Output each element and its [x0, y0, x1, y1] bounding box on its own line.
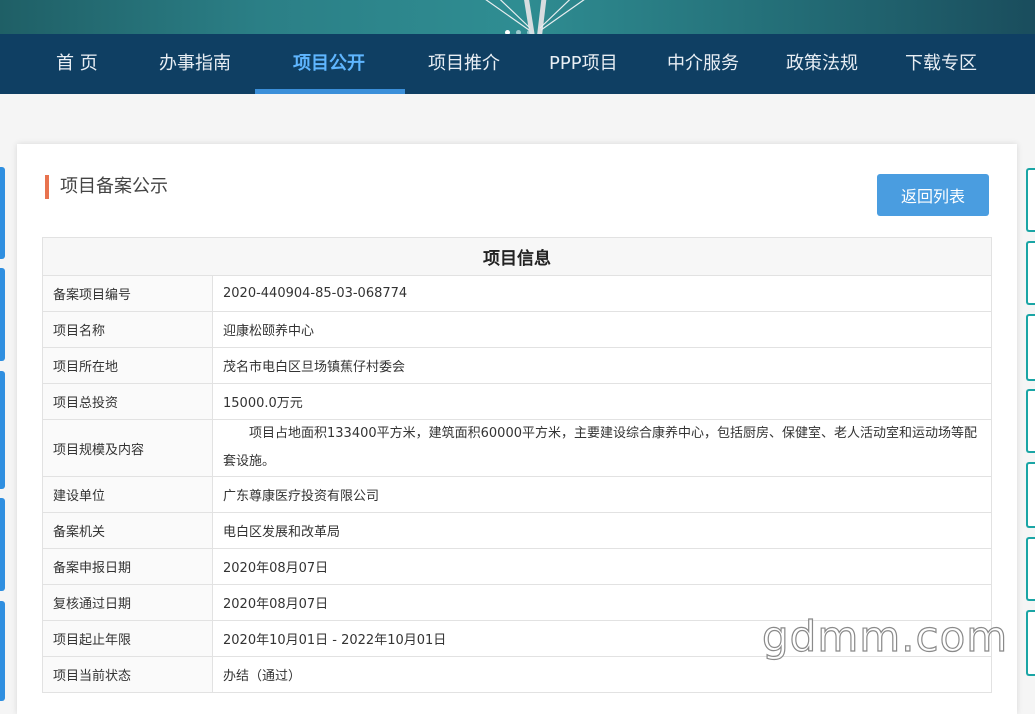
- nav-guide[interactable]: 办事指南: [159, 34, 231, 94]
- left-side-tab[interactable]: [0, 498, 5, 591]
- row-label: 备案项目编号: [42, 275, 213, 312]
- row-value: 15000.0万元: [212, 383, 992, 420]
- right-side-tab[interactable]: [1026, 537, 1035, 601]
- row-label: 项目当前状态: [42, 656, 213, 693]
- table-row: 建设单位 广东尊康医疗投资有限公司: [42, 476, 992, 513]
- row-value: 项目占地面积133400平方米，建筑面积60000平方米，主要建设综合康养中心，…: [223, 426, 977, 469]
- table-row: 备案机关 电白区发展和改革局: [42, 512, 992, 549]
- site-watermark: gdmm.com: [761, 611, 1009, 661]
- table-row: 项目当前状态 办结（通过）: [42, 656, 992, 693]
- table-row: 项目规模及内容 项目占地面积133400平方米，建筑面积60000平方米，主要建…: [42, 419, 992, 477]
- row-label: 项目所在地: [42, 347, 213, 384]
- table-row: 备案项目编号 2020-440904-85-03-068774: [42, 275, 992, 312]
- row-label: 项目名称: [42, 311, 213, 348]
- table-row: 备案申报日期 2020年08月07日: [42, 548, 992, 585]
- nav-project-promotion[interactable]: 项目推介: [428, 34, 500, 94]
- table-row: 项目所在地 茂名市电白区旦场镇蕉仔村委会: [42, 347, 992, 384]
- row-value: 电白区发展和改革局: [212, 512, 992, 549]
- banner-image: [0, 0, 1035, 34]
- right-side-tab[interactable]: [1026, 314, 1035, 381]
- row-value: 广东尊康医疗投资有限公司: [212, 476, 992, 513]
- row-value: 办结（通过）: [212, 656, 992, 693]
- right-side-tab[interactable]: [1026, 389, 1035, 453]
- row-value: 2020年08月07日: [212, 548, 992, 585]
- section-title: 项目备案公示: [45, 175, 168, 199]
- nav-active-indicator: [255, 89, 405, 94]
- row-label: 项目规模及内容: [42, 419, 213, 477]
- table-row: 项目名称 迎康松颐养中心: [42, 311, 992, 348]
- row-label: 建设单位: [42, 476, 213, 513]
- row-label: 复核通过日期: [42, 584, 213, 621]
- back-to-list-button[interactable]: 返回列表: [877, 174, 989, 216]
- row-label: 备案申报日期: [42, 548, 213, 585]
- nav-download[interactable]: 下载专区: [905, 34, 977, 94]
- right-side-tab[interactable]: [1026, 462, 1035, 528]
- row-label: 项目起止年限: [42, 620, 213, 657]
- right-side-tab[interactable]: [1026, 168, 1035, 232]
- right-side-tab[interactable]: [1026, 610, 1035, 676]
- bridge-illustration: [485, 0, 585, 34]
- nav-agency[interactable]: 中介服务: [667, 34, 739, 94]
- nav-home[interactable]: 首 页: [56, 34, 98, 94]
- left-side-tab[interactable]: [0, 167, 5, 259]
- row-value: 2020-440904-85-03-068774: [212, 275, 992, 312]
- table-header: 项目信息: [42, 237, 992, 276]
- main-nav: 首 页 办事指南 项目公开 项目推介 PPP项目 中介服务 政策法规 下载专区: [0, 34, 1035, 94]
- table-row: 项目总投资 15000.0万元: [42, 383, 992, 420]
- left-side-tab[interactable]: [0, 268, 5, 361]
- row-value: 迎康松颐养中心: [212, 311, 992, 348]
- row-value: 茂名市电白区旦场镇蕉仔村委会: [212, 347, 992, 384]
- right-side-tab[interactable]: [1026, 241, 1035, 305]
- left-side-tab[interactable]: [0, 371, 5, 489]
- row-label: 项目总投资: [42, 383, 213, 420]
- nav-policy[interactable]: 政策法规: [786, 34, 858, 94]
- left-side-tab[interactable]: [0, 601, 5, 701]
- nav-project-public[interactable]: 项目公开: [293, 34, 365, 94]
- nav-ppp[interactable]: PPP项目: [549, 34, 618, 94]
- row-label: 备案机关: [42, 512, 213, 549]
